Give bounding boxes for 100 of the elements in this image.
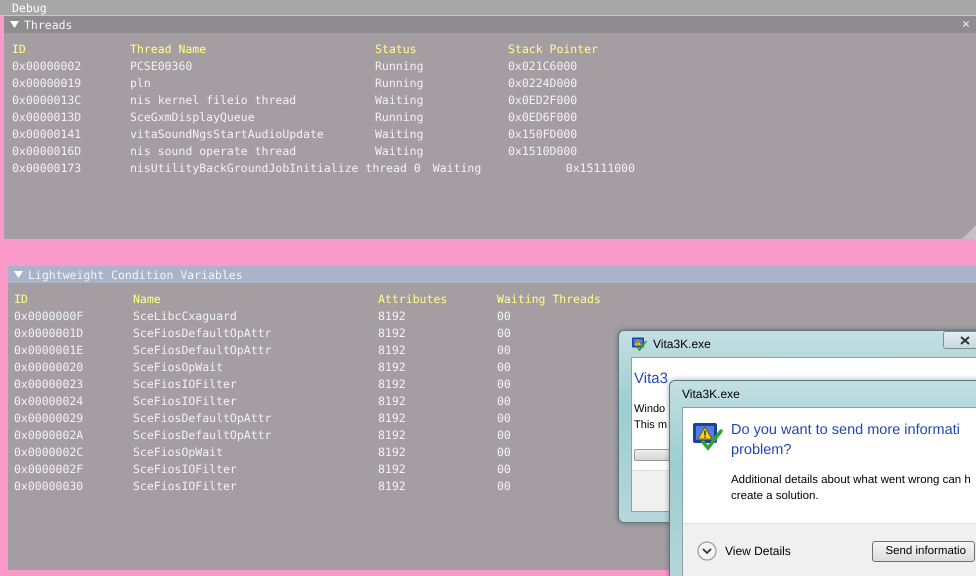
table-cell-text: 00 [497,444,512,458]
table-cell-text: SceFiosIOFilter [133,462,238,476]
table-cell-text: 0x0224D000 [508,76,578,90]
table-cell-text: nis kernel fileio thread [130,92,298,106]
table-cell-text: 00 [497,308,512,322]
table-cell-text: 0x1510D000 [508,144,578,158]
table-cell-text: 0x00000029 [14,410,84,424]
table-cell-text: 0x00000020 [14,360,84,374]
dialog-title: Vita3K.exe [653,337,711,351]
table-cell-text: 00 [497,326,512,340]
table-cell-text: Running [375,110,424,124]
column-header: Attributes [378,292,448,306]
table-cell-text: SceGxmDisplayQueue [130,110,256,124]
table-cell-text: nis sound operate thread [130,144,298,158]
table-cell-text: 0x00000019 [12,76,82,90]
table-cell-text: 0x0000002C [14,444,84,458]
table-cell-text: SceFiosDefaultOpAttr [133,410,272,424]
table-cell-text: Running [375,58,424,72]
warning-monitor-icon [691,420,723,452]
table-cell-text: 0x00000173 [12,160,82,174]
table-cell-text: Running [375,76,424,90]
chevron-down-icon [697,541,717,561]
table-cell-text: 0x0000013D [12,110,82,124]
table-cell-text: 00 [497,342,512,356]
table-cell-text: 00 [497,394,512,408]
table-cell-text: 8192 [378,428,407,442]
table-cell-text: SceFiosIOFilter [133,478,238,492]
dialog-title: Vita3K.exe [682,387,740,401]
table-cell-text: 0x0000013C [12,92,82,106]
table-cell-text: 8192 [378,308,407,322]
table-cell-text: 0x150FD000 [508,126,578,140]
table-cell-text: SceFiosDefaultOpAttr [133,428,272,442]
table-cell-text: SceFiosDefaultOpAttr [133,326,272,340]
table-cell-text: Waiting [375,144,424,158]
table-cell-text: 8192 [378,326,407,340]
table-cell-text: 0x0000002F [14,462,84,476]
column-header: Thread Name [130,42,208,56]
table-cell-text: 8192 [378,410,407,424]
table-cell-text: 0x0ED6F000 [508,110,578,124]
table-cell-text: 8192 [378,342,407,356]
column-header: Waiting Threads [497,292,602,306]
table-cell-text: 00 [497,410,512,424]
table-cell-text: 8192 [378,360,407,374]
table-cell-text: 8192 [378,394,407,408]
table-cell-text: SceLibcCxaguard [133,308,238,322]
table-cell-text: SceFiosOpWait [133,444,224,458]
table-cell-text: 0x0000001E [14,342,84,356]
close-button[interactable] [943,331,976,349]
table-cell-text: 0x00000023 [14,376,84,390]
table-cell-text: 0x15111000 [566,160,636,174]
table-cell-text: nisUtilityBackGroundJobInitialize thread 0 [130,160,422,174]
dialog-text: Windo [634,403,666,415]
view-details-link[interactable]: View Details [697,541,791,561]
collapse-arrow-icon[interactable] [10,20,19,28]
table-cell-text: SceFiosIOFilter [133,394,238,408]
table-cell-text: 0x0000016D [12,144,82,158]
dialog-text: Additional details about what went wrong can h [731,473,971,488]
table-cell-text: 0x0ED2F000 [508,92,578,106]
column-header: ID [14,292,29,306]
table-cell-text: vitaSoundNgsStartAudioUpdate [130,126,325,140]
table-cell-text: Waiting [375,126,424,140]
dialog-heading: Do you want to send more informati [731,421,961,440]
table-cell-text: 00 [497,478,512,492]
table-cell-text: 00 [497,462,512,476]
table-cell-text: 0x00000030 [14,478,84,492]
table-cell-text: 8192 [378,376,407,390]
table-cell-text: pln [130,76,152,90]
table-cell-text: 0x00000024 [14,394,84,408]
table-cell-text: 8192 [378,478,407,492]
column-header: Name [133,292,162,306]
close-icon [960,336,970,344]
dialog-text: create a solution. [731,489,820,504]
table-cell-text: SceFiosOpWait [133,360,224,374]
table-cell-text: 8192 [378,462,407,476]
resize-grip-icon[interactable] [962,225,976,239]
table-cell-text: 00 [497,376,512,390]
table-cell-text: Waiting [375,92,424,106]
panel-title: Threads [24,18,74,32]
table-cell-text: 0x021C6000 [508,58,578,72]
dialog-text: This m [634,419,667,431]
table-cell-text: 0x0000002A [14,428,84,442]
dialog-heading: problem? [731,441,792,460]
send-information-button[interactable]: Send informatio [872,540,975,562]
table-cell-text: 00 [497,428,512,442]
column-header: ID [12,42,27,56]
table-cell-text: 00 [497,360,512,374]
table-cell-text: 0x0000000F [14,308,84,322]
panel-title: Lightweight Condition Variables [28,268,244,282]
table-cell-text: SceFiosDefaultOpAttr [133,342,272,356]
table-cell-text: 8192 [378,444,407,458]
table-cell-text: 0x0000001D [14,326,84,340]
column-header: Status [375,42,418,56]
table-cell-text: Waiting [432,160,482,174]
dialog-heading: Vita3 [634,370,668,387]
table-cell-text: 0x00000002 [12,58,82,72]
table-cell-text: SceFiosIOFilter [133,376,238,390]
table-cell-text: 0x00000141 [12,126,82,140]
table-cell-text: PCSE00360 [130,58,194,72]
collapse-arrow-icon[interactable] [14,270,23,278]
warning-monitor-icon [631,336,647,352]
